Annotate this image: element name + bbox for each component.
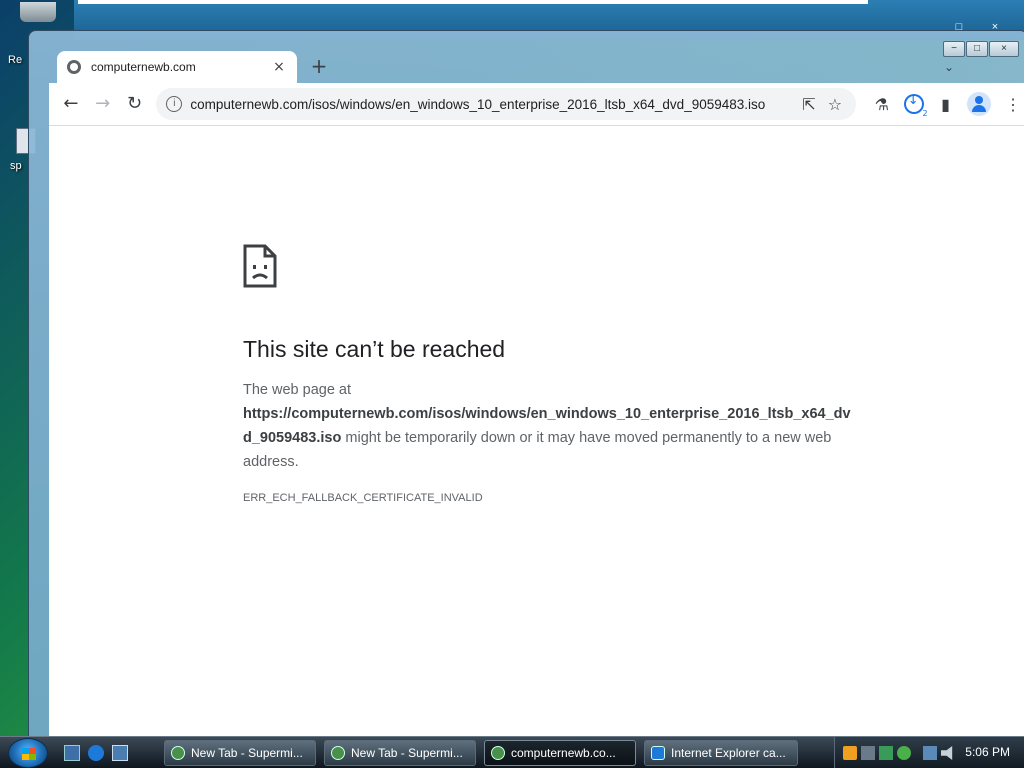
ie-quicklaunch-icon[interactable] [88, 745, 104, 761]
forward-button[interactable]: → [87, 88, 119, 120]
show-desktop-icon[interactable] [64, 745, 80, 761]
reload-button[interactable]: ↻ [119, 88, 151, 120]
volume-icon[interactable] [941, 746, 953, 760]
address-bar[interactable]: i computernewb.com/isos/windows/en_windo… [156, 88, 856, 120]
share-icon[interactable]: ⇱ [796, 95, 822, 114]
network-status-icon[interactable] [879, 746, 893, 760]
info-icon[interactable]: i [166, 96, 183, 112]
url-text[interactable]: computernewb.com/isos/windows/en_windows… [190, 97, 796, 112]
browser-window: − □ × computernewb.com × + ⌄ ← → ↻ i com… [28, 30, 1024, 743]
clock[interactable]: 5:06 PM [965, 745, 1010, 759]
globe-icon [67, 60, 81, 74]
page-content: This site can’t be reached The web page … [49, 125, 1024, 743]
error-body-prefix: The web page at [243, 382, 352, 398]
labs-flask-icon[interactable]: ⚗ [866, 95, 898, 114]
download-icon[interactable]: 2 [903, 93, 928, 118]
tab-title: computernewb.com [91, 60, 196, 74]
tab-search-icon[interactable]: ⌄ [939, 57, 959, 77]
recycle-bin-icon[interactable] [20, 2, 56, 22]
system-tray: 5:06 PM [834, 737, 1024, 768]
taskbar-item-label: New Tab - Supermi... [351, 746, 463, 760]
toolbar: ← → ↻ i computernewb.com/isos/windows/en… [49, 83, 1024, 125]
taskbar-item-label: New Tab - Supermi... [191, 746, 303, 760]
menu-icon[interactable]: ⋮ [997, 95, 1024, 114]
error-title: This site can’t be reached [243, 336, 506, 362]
vm-icon[interactable] [861, 746, 875, 760]
taskbar-item-label: computernewb.co... [511, 746, 616, 760]
background-window-strip [78, 0, 868, 4]
shield-warning-icon[interactable] [843, 746, 857, 760]
desktop-icon-label: sp [10, 160, 22, 172]
taskbar: New Tab - Supermi... New Tab - Supermi..… [0, 736, 1024, 768]
chrome-icon [171, 746, 185, 760]
taskbar-item[interactable]: New Tab - Supermi... [324, 740, 476, 766]
switch-windows-icon[interactable] [112, 745, 128, 761]
taskbar-item[interactable]: Internet Explorer ca... [644, 740, 798, 766]
download-count: 2 [922, 109, 928, 118]
sad-page-icon [243, 244, 277, 288]
taskbar-item[interactable]: New Tab - Supermi... [164, 740, 316, 766]
new-tab-button[interactable]: + [307, 55, 331, 79]
chrome-icon [331, 746, 345, 760]
error-description: The web page at https://computernewb.com… [243, 378, 853, 474]
network-icon[interactable] [923, 746, 937, 760]
tab-strip: computernewb.com × + ⌄ [49, 47, 1024, 83]
taskbar-item-active[interactable]: computernewb.co... [484, 740, 636, 766]
ie-icon [651, 746, 665, 760]
tab-close-icon[interactable]: × [271, 59, 287, 75]
error-code: ERR_ECH_FALLBACK_CERTIFICATE_INVALID [243, 492, 483, 504]
start-button[interactable] [8, 738, 48, 768]
bookmark-star-icon[interactable]: ☆ [822, 95, 848, 114]
taskbar-item-label: Internet Explorer ca... [671, 746, 786, 760]
side-panel-icon[interactable]: ▮ [930, 95, 962, 114]
check-icon[interactable] [897, 746, 911, 760]
back-button[interactable]: ← [55, 88, 87, 120]
tab-computernewb[interactable]: computernewb.com × [57, 51, 297, 83]
desktop-icon-label: Re [8, 54, 23, 66]
profile-avatar[interactable] [967, 92, 992, 116]
chrome-icon [491, 746, 505, 760]
